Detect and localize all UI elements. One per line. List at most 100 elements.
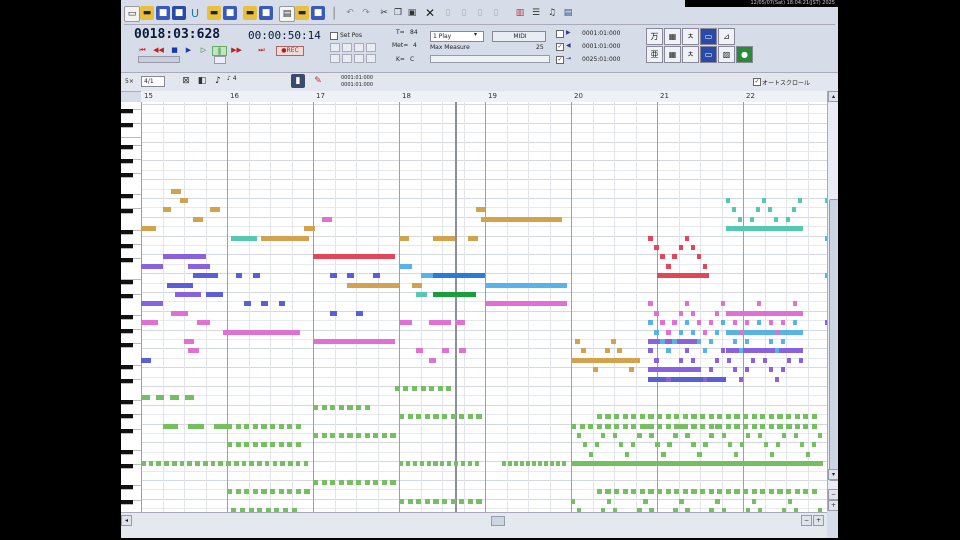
- midi-note[interactable]: [520, 461, 525, 467]
- midi-note[interactable]: [714, 329, 719, 335]
- midi-note[interactable]: [743, 423, 749, 429]
- piano-key[interactable]: [121, 258, 133, 264]
- midi-note[interactable]: [738, 348, 743, 354]
- slider-thumb[interactable]: [214, 56, 226, 64]
- midi-note[interactable]: [726, 310, 731, 316]
- midi-note[interactable]: [702, 376, 707, 382]
- tempo-value[interactable]: 84: [410, 29, 418, 36]
- midi-note[interactable]: [613, 433, 618, 438]
- midi-note[interactable]: [737, 216, 743, 222]
- midi-note[interactable]: [287, 489, 293, 495]
- midi-note[interactable]: [648, 489, 654, 495]
- midi-note[interactable]: [588, 423, 594, 429]
- midi-note[interactable]: [611, 339, 616, 344]
- midi-note[interactable]: [429, 386, 435, 391]
- midi-note[interactable]: [595, 442, 600, 448]
- midi-note[interactable]: [148, 461, 154, 467]
- midi-note[interactable]: [442, 348, 449, 354]
- midi-note[interactable]: [684, 301, 689, 307]
- midi-note[interactable]: [674, 414, 680, 420]
- midi-note[interactable]: [775, 442, 780, 448]
- midi-note[interactable]: [678, 357, 683, 363]
- midi-note[interactable]: [697, 451, 702, 457]
- midi-note[interactable]: [188, 263, 210, 269]
- midi-note[interactable]: [739, 442, 744, 448]
- midi-note[interactable]: [205, 292, 223, 297]
- midi-note[interactable]: [725, 226, 804, 232]
- folder-icon[interactable]: ▬: [207, 6, 221, 20]
- midi-note[interactable]: [390, 433, 396, 438]
- panel-icon[interactable]: ▭: [700, 46, 717, 63]
- midi-note[interactable]: [454, 461, 459, 467]
- midi-note[interactable]: [761, 198, 767, 203]
- midi-note[interactable]: [514, 461, 519, 467]
- midi-note[interactable]: [330, 404, 336, 410]
- midi-note[interactable]: [702, 329, 707, 335]
- midi-note[interactable]: [179, 461, 185, 467]
- midi-note[interactable]: [725, 414, 731, 420]
- midi-note[interactable]: [454, 320, 466, 326]
- midi-note[interactable]: [155, 395, 165, 401]
- vertical-scrollbar[interactable]: ▴ ▾ − +: [827, 91, 838, 511]
- midi-note[interactable]: [660, 367, 665, 373]
- midi-note[interactable]: [433, 414, 439, 420]
- midi-note[interactable]: [596, 489, 602, 495]
- midi-note[interactable]: [502, 461, 507, 467]
- midi-note[interactable]: [715, 423, 720, 429]
- midi-note[interactable]: [252, 423, 258, 429]
- midi-note[interactable]: [577, 433, 582, 438]
- midi-note[interactable]: [467, 414, 473, 420]
- midi-note[interactable]: [399, 414, 405, 420]
- midi-note[interactable]: [356, 433, 362, 438]
- midi-note[interactable]: [717, 414, 723, 420]
- midi-note[interactable]: [467, 498, 473, 504]
- delete-icon[interactable]: ✕: [423, 6, 437, 20]
- midi-note[interactable]: [244, 489, 250, 495]
- piano-key[interactable]: [121, 315, 133, 320]
- midi-note[interactable]: [244, 423, 250, 429]
- locator-button-5[interactable]: [330, 54, 340, 63]
- note-length-icon[interactable]: ♪: [211, 74, 225, 88]
- new-file-icon[interactable]: ▭: [124, 6, 140, 22]
- midi-note[interactable]: [691, 423, 697, 429]
- midi-note[interactable]: [347, 480, 353, 485]
- midi-note[interactable]: [209, 207, 221, 213]
- midi-note[interactable]: [631, 489, 637, 495]
- midi-note[interactable]: [330, 310, 338, 316]
- midi-note[interactable]: [467, 461, 472, 467]
- midi-note[interactable]: [179, 198, 189, 203]
- midi-note[interactable]: [678, 310, 683, 316]
- midi-note[interactable]: [780, 320, 786, 326]
- midi-note[interactable]: [725, 348, 804, 354]
- zoom-in-horizontal-icon[interactable]: +: [813, 515, 824, 526]
- midi-note[interactable]: [738, 329, 743, 335]
- midi-note[interactable]: [338, 480, 344, 485]
- snap-icon[interactable]: 5×: [125, 78, 134, 85]
- midi-note[interactable]: [227, 442, 233, 448]
- midi-note[interactable]: [768, 367, 774, 373]
- open-folder-icon[interactable]: ▬: [140, 6, 154, 20]
- midi-note[interactable]: [751, 498, 756, 504]
- midi-note[interactable]: [780, 367, 786, 373]
- quantize-icon[interactable]: 万: [646, 28, 663, 45]
- midi-note[interactable]: [278, 301, 286, 307]
- midi-note[interactable]: [288, 461, 293, 467]
- midi-note[interactable]: [708, 423, 714, 429]
- midi-note[interactable]: [231, 235, 258, 241]
- vertical-scroll-thumb[interactable]: [829, 199, 838, 481]
- piano-key[interactable]: [121, 293, 133, 299]
- grid-red-icon[interactable]: ▥: [513, 6, 527, 20]
- set-pos-checkbox[interactable]: [330, 32, 338, 40]
- piano-key[interactable]: [121, 499, 133, 505]
- midi-note[interactable]: [762, 310, 768, 316]
- midi-note[interactable]: [725, 489, 731, 495]
- zoom-in-vertical-icon[interactable]: +: [828, 500, 838, 511]
- import-icon[interactable]: ▬: [243, 6, 257, 20]
- midi-note[interactable]: [743, 489, 749, 495]
- midi-note[interactable]: [696, 254, 701, 260]
- midi-note[interactable]: [660, 339, 665, 344]
- midi-note[interactable]: [476, 498, 482, 504]
- midi-note[interactable]: [485, 301, 567, 307]
- midi-note[interactable]: [188, 423, 204, 429]
- midi-note[interactable]: [811, 442, 817, 448]
